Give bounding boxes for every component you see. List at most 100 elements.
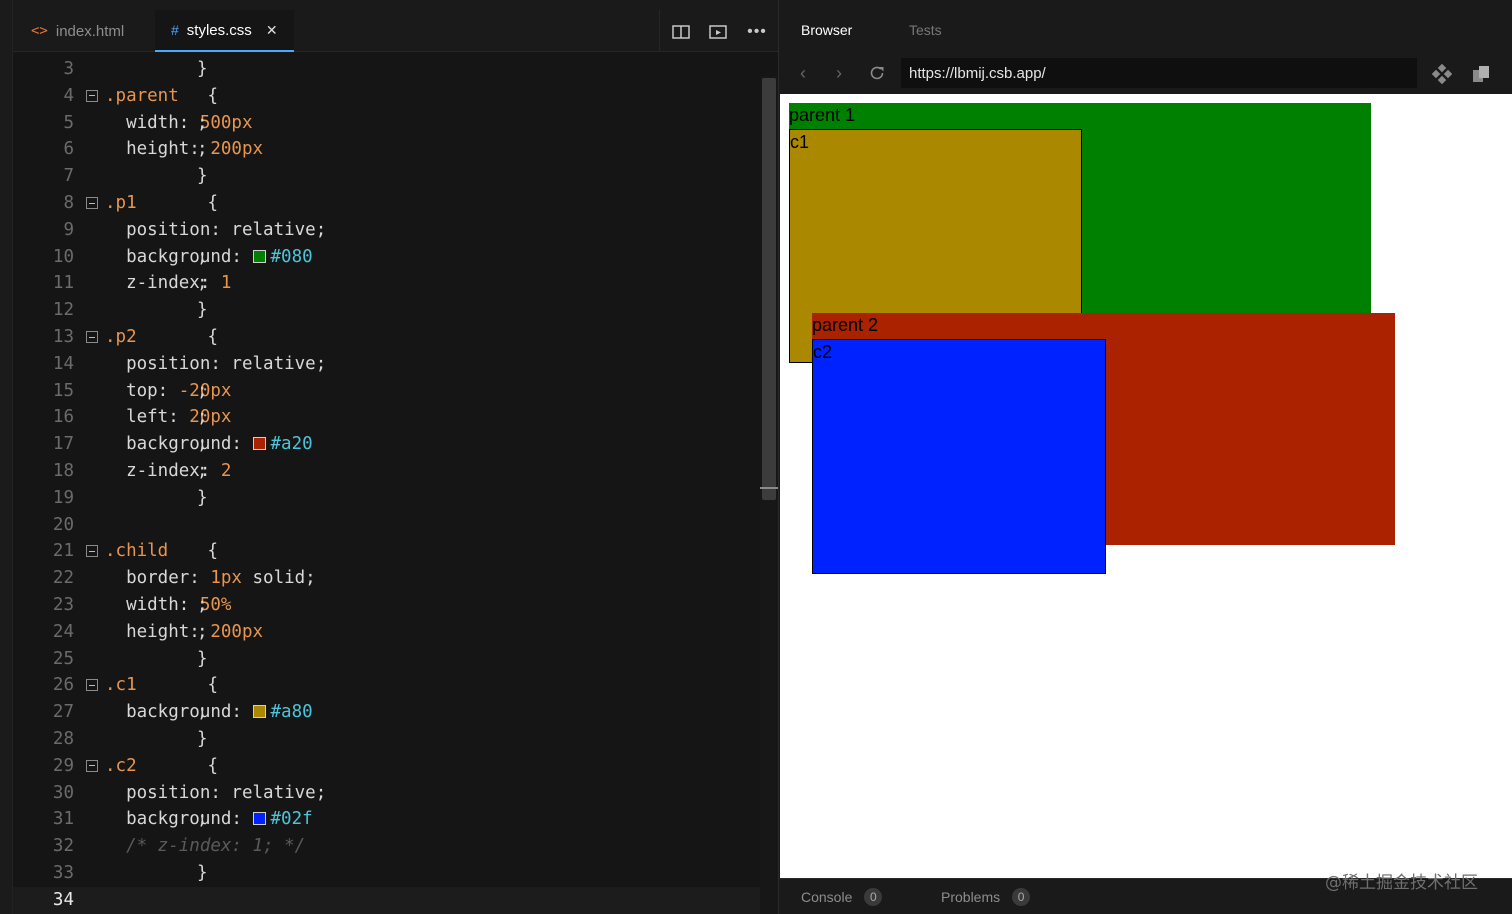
line-number: 7 xyxy=(63,166,74,187)
line-number: 4 xyxy=(63,85,74,106)
tab-label: index.html xyxy=(55,22,125,40)
code-line[interactable]: 31 background: #02f; xyxy=(13,806,760,833)
fold-toggle-icon[interactable] xyxy=(86,679,98,692)
divider xyxy=(659,10,660,52)
line-number: 30 xyxy=(52,782,74,803)
console-label: Console xyxy=(801,889,853,905)
url-input[interactable] xyxy=(901,58,1417,88)
watermark: @稀土掘金技术社区 xyxy=(1325,873,1478,893)
code-line[interactable]: 32 /* z-index: 1; */ xyxy=(13,833,760,860)
code-line[interactable]: 13 .p2 { xyxy=(13,324,760,351)
console-count-badge: 0 xyxy=(864,888,883,906)
code-line[interactable]: 28} xyxy=(13,726,760,753)
open-new-window-icon[interactable] xyxy=(1470,63,1492,85)
code-line[interactable]: 14 position: relative; xyxy=(13,351,760,378)
console-tab[interactable]: Console 0 xyxy=(801,888,883,906)
code-text: .parent { xyxy=(105,85,219,106)
fold-toggle-icon[interactable] xyxy=(86,89,98,102)
color-swatch-icon[interactable] xyxy=(252,705,266,719)
code-text: background: #a80; xyxy=(105,702,313,723)
line-number: 16 xyxy=(52,407,74,428)
split-editor-icon[interactable] xyxy=(671,22,691,42)
code-line[interactable]: 23 width: 50%; xyxy=(13,592,760,619)
code-line[interactable]: 16 left: 20px; xyxy=(13,404,760,431)
code-line[interactable]: 26 .c1 { xyxy=(13,672,760,699)
devtools-icon[interactable] xyxy=(1431,63,1453,85)
forward-icon[interactable]: › xyxy=(829,63,849,83)
more-options-icon[interactable]: ••• xyxy=(747,22,767,42)
code-text: .c1 { xyxy=(105,675,219,696)
code-line[interactable]: 20 xyxy=(13,512,760,539)
editor-tab-bar: <> index.html # styles.css ✕ ••• xyxy=(13,0,778,52)
line-number: 11 xyxy=(52,273,74,294)
code-line[interactable]: 6 height: 200px; xyxy=(13,136,760,163)
line-number: 22 xyxy=(52,568,74,589)
code-text: .child { xyxy=(105,541,219,562)
line-number: 26 xyxy=(52,675,74,696)
back-icon[interactable]: ‹ xyxy=(793,63,813,83)
rendered-page: parent 1 c1 parent 2 c2 xyxy=(780,94,1512,878)
line-number: 20 xyxy=(52,514,74,535)
line-number: 10 xyxy=(52,246,74,267)
code-line[interactable]: 18 z-index: 2; xyxy=(13,458,760,485)
tab-browser[interactable]: Browser xyxy=(801,22,852,38)
code-line[interactable]: 25} xyxy=(13,646,760,673)
code-text: width: 500px; xyxy=(105,112,253,133)
code-text: background: #080; xyxy=(105,246,313,267)
line-number: 27 xyxy=(52,702,74,723)
color-swatch-icon[interactable] xyxy=(252,249,266,263)
problems-tab[interactable]: Problems 0 xyxy=(941,888,1031,906)
code-text: width: 50%; xyxy=(105,595,232,615)
scrollbar-thumb[interactable] xyxy=(762,78,776,500)
code-line[interactable]: 19} xyxy=(13,485,760,512)
code-area[interactable]: 3} 4 .parent {5 width: 500px; 6 height: 200… xyxy=(13,56,760,914)
code-text: top: -20px; xyxy=(105,380,232,401)
code-line[interactable]: 17 background: #a20; xyxy=(13,431,760,458)
parent-1-label: parent 1 xyxy=(789,105,856,125)
preview-icon[interactable] xyxy=(708,22,728,42)
code-line[interactable]: 3} xyxy=(13,56,760,83)
tab-styles-css[interactable]: # styles.css ✕ xyxy=(155,10,294,52)
code-line[interactable]: 34 xyxy=(13,886,760,914)
code-text: .c2 { xyxy=(105,755,219,776)
code-line[interactable]: 8 .p1 { xyxy=(13,190,760,217)
line-number: 8 xyxy=(63,193,74,213)
code-line[interactable]: 22 border: 1px solid; xyxy=(13,565,760,592)
problems-count-badge: 0 xyxy=(1012,888,1031,906)
code-line[interactable]: 12} xyxy=(13,297,760,324)
color-swatch-icon[interactable] xyxy=(252,812,266,826)
fold-toggle-icon[interactable] xyxy=(86,197,98,209)
code-line[interactable]: 27 background: #a80; xyxy=(13,699,760,726)
code-line[interactable]: 10 background: #080; xyxy=(13,244,760,271)
code-line[interactable]: 4 .parent { xyxy=(13,83,760,110)
code-line[interactable]: 15 top: -20px; xyxy=(13,378,760,405)
refresh-icon[interactable] xyxy=(867,63,887,83)
code-line[interactable]: 30 position: relative; xyxy=(13,780,760,807)
code-line[interactable]: 33} xyxy=(13,860,760,887)
code-line[interactable]: 5 width: 500px; xyxy=(13,110,760,137)
fold-toggle-icon[interactable] xyxy=(86,331,98,343)
code-line[interactable]: 7} xyxy=(13,163,760,190)
code-line[interactable]: 29 .c2 { xyxy=(13,753,760,780)
code-text: .p1 { xyxy=(105,193,219,213)
close-icon[interactable]: ✕ xyxy=(266,22,278,39)
fold-toggle-icon[interactable] xyxy=(86,759,98,772)
c2-box: c2 xyxy=(812,339,1106,574)
code-line[interactable]: 21 .child { xyxy=(13,538,760,565)
line-number: 32 xyxy=(52,836,74,857)
line-number: 33 xyxy=(52,863,74,883)
code-line[interactable]: 24 height: 200px; xyxy=(13,619,760,646)
code-line[interactable]: 9 position: relative; xyxy=(13,217,760,244)
line-number: 14 xyxy=(52,353,74,374)
fold-toggle-icon[interactable] xyxy=(86,545,98,558)
code-line[interactable]: 11 z-index: 1; xyxy=(13,270,760,297)
color-swatch-icon[interactable] xyxy=(252,437,266,451)
tab-tests[interactable]: Tests xyxy=(909,22,942,38)
line-number: 5 xyxy=(63,112,74,133)
line-number: 28 xyxy=(52,729,74,749)
code-text: position: relative; xyxy=(105,782,327,803)
code-text: left: 20px; xyxy=(105,407,232,428)
code-editor-pane: <> index.html # styles.css ✕ ••• 3} 4 .par… xyxy=(0,0,778,914)
browser-preview-pane: Browser Tests ‹ › parent 1 c1 parent 2 c… xyxy=(778,0,1512,914)
tab-index-html[interactable]: <> index.html xyxy=(17,10,156,52)
